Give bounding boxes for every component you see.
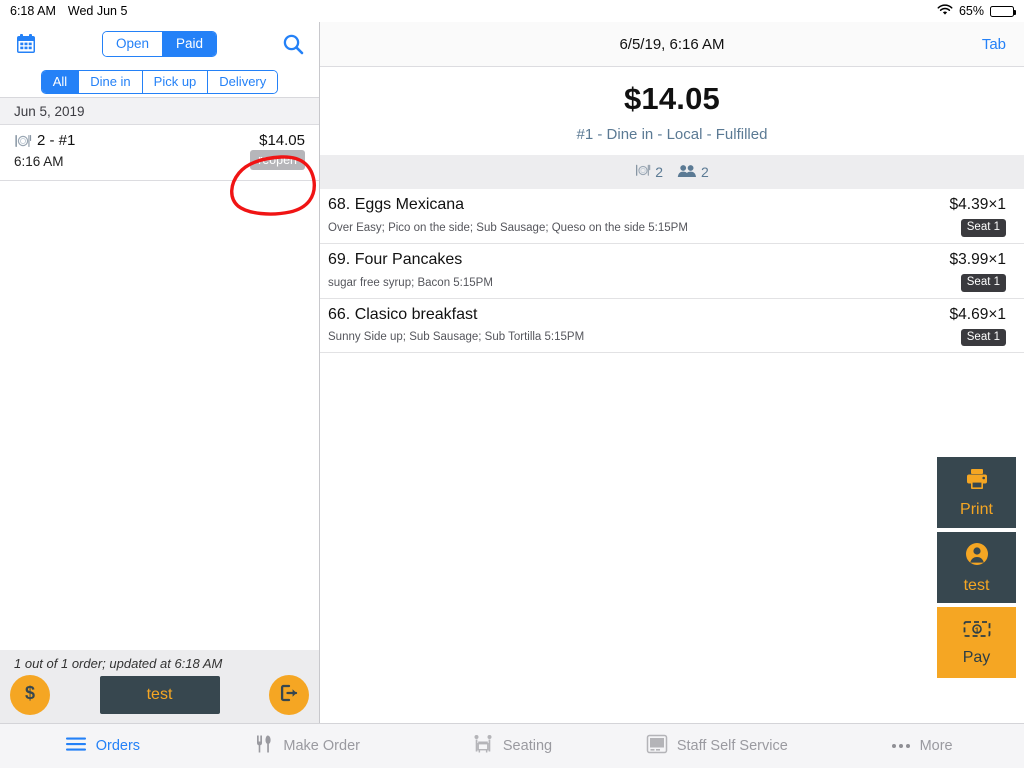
- nav-label-staff-self-service: Staff Self Service: [676, 738, 788, 754]
- sidebar-footer: 1 out of 1 order; updated at 6:18 AM $ t…: [0, 650, 319, 723]
- item-price: $4.69×1: [949, 305, 1006, 323]
- filter-dine-in[interactable]: Dine in: [79, 70, 143, 93]
- cash-icon: 1: [963, 619, 991, 644]
- order-type-filters[interactable]: All Dine in Pick up Delivery: [40, 69, 279, 94]
- order-detail-topbar: 6/5/19, 6:16 AM Tab: [320, 22, 1024, 67]
- order-type-filter-bar: All Dine in Pick up Delivery: [0, 66, 319, 98]
- list-icon: [65, 736, 87, 756]
- nav-label-orders: Orders: [95, 738, 141, 754]
- current-user-button[interactable]: test: [99, 676, 220, 714]
- item-name: 69. Four Pancakes: [328, 250, 463, 268]
- search-icon[interactable]: [281, 32, 305, 56]
- status-date: Wed Jun 5: [67, 4, 128, 18]
- table-setting-icon: [14, 133, 32, 149]
- reopen-button[interactable]: reopen: [250, 149, 305, 170]
- monitor-icon: [646, 734, 668, 758]
- status-time: 6:18 AM: [10, 4, 56, 18]
- nav-label-more: More: [919, 738, 953, 754]
- tab-button[interactable]: Tab: [982, 36, 1006, 53]
- svg-text:$: $: [25, 683, 35, 703]
- table-count-value: 2: [655, 164, 663, 180]
- logout-button[interactable]: [269, 675, 309, 715]
- item-modifiers: Sunny Side up; Sub Sausage; Sub Tortilla…: [328, 331, 585, 344]
- seating-icon: [472, 734, 494, 758]
- item-price: $3.99×1: [949, 250, 1006, 268]
- print-button[interactable]: Print: [937, 457, 1016, 528]
- item-modifiers: Over Easy; Pico on the side; Sub Sausage…: [328, 221, 688, 234]
- seat-badge: Seat 1: [960, 273, 1006, 292]
- pos-app-window: 6:18 AM Wed Jun 5 65% Open Paid All Dine…: [0, 0, 1024, 768]
- filter-delivery[interactable]: Delivery: [208, 70, 278, 93]
- seat-badge: Seat 1: [960, 219, 1006, 237]
- ellipsis-icon: [891, 738, 911, 754]
- order-item-row[interactable]: 68. Eggs Mexicana $4.39×1 Over Easy; Pic…: [320, 189, 1024, 244]
- order-item-row[interactable]: 69. Four Pancakes $3.99×1 sugar free syr…: [320, 244, 1024, 299]
- order-subtitle[interactable]: #1 - Dine in - Local - Fulfilled: [320, 126, 1024, 143]
- order-list: 2 - #1 $14.05 6:16 AM reopen: [0, 125, 319, 650]
- pay-button-label: Pay: [962, 648, 991, 666]
- nav-item-seating[interactable]: Seating: [410, 734, 615, 758]
- person-icon: [964, 541, 990, 572]
- nav-item-orders[interactable]: Orders: [0, 736, 205, 756]
- order-item-title: 2 - #1: [37, 132, 76, 149]
- order-items-list: 68. Eggs Mexicana $4.39×1 Over Easy; Pic…: [320, 189, 1024, 723]
- order-action-buttons: Print test 1 Pay: [937, 457, 1016, 678]
- table-count: 2: [635, 163, 663, 181]
- user-button[interactable]: test: [937, 532, 1016, 603]
- printer-icon: [964, 467, 990, 496]
- wifi-icon: [937, 3, 953, 19]
- orders-sidebar: Open Paid All Dine in Pick up Delivery J…: [0, 22, 320, 723]
- print-button-label: Print: [960, 500, 993, 518]
- nav-item-more[interactable]: More: [819, 738, 1024, 754]
- calendar-icon[interactable]: [14, 32, 38, 56]
- pay-button[interactable]: 1 Pay: [937, 607, 1016, 678]
- seat-badge: Seat 1: [960, 328, 1006, 347]
- logout-icon: [278, 682, 300, 709]
- order-list-item[interactable]: 2 - #1 $14.05 6:16 AM reopen: [0, 125, 319, 181]
- order-detail-panel: 6/5/19, 6:16 AM Tab $14.05 #1 - Dine in …: [320, 22, 1024, 723]
- user-button-label: test: [963, 576, 990, 594]
- order-counts-bar: 2 2: [320, 155, 1024, 189]
- nav-label-seating: Seating: [502, 738, 553, 754]
- order-date-header: Jun 5, 2019: [0, 98, 319, 125]
- filter-pick-up[interactable]: Pick up: [142, 70, 209, 93]
- guest-count: 2: [677, 164, 709, 181]
- ios-status-bar: 6:18 AM Wed Jun 5 65%: [0, 0, 1024, 22]
- people-icon: [677, 164, 697, 181]
- nav-item-make-order[interactable]: Make Order: [205, 734, 410, 758]
- sidebar-toolbar: Open Paid: [0, 22, 319, 66]
- guest-count-value: 2: [701, 164, 709, 180]
- nav-item-staff-self-service[interactable]: Staff Self Service: [614, 734, 819, 758]
- cutlery-icon: [254, 734, 274, 758]
- nav-label-make-order: Make Order: [283, 738, 360, 754]
- bottom-navigation-bar: Orders Make Order Seating Staff Self Ser…: [0, 723, 1024, 768]
- order-total: $14.05: [623, 81, 721, 116]
- filter-all[interactable]: All: [41, 70, 80, 93]
- table-setting-icon: [635, 163, 651, 181]
- segment-open[interactable]: Open: [102, 32, 163, 56]
- item-name: 66. Clasico breakfast: [328, 305, 478, 323]
- item-name: 68. Eggs Mexicana: [328, 196, 465, 213]
- order-count-status: 1 out of 1 order; updated at 6:18 AM: [14, 656, 223, 671]
- order-datetime: 6/5/19, 6:16 AM: [619, 35, 725, 53]
- order-item-amount: $14.05: [259, 132, 305, 149]
- order-status-segmented-control[interactable]: Open Paid: [101, 31, 218, 57]
- order-summary: $14.05 #1 - Dine in - Local - Fulfilled: [320, 67, 1024, 155]
- order-item-row[interactable]: 66. Clasico breakfast $4.69×1 Sunny Side…: [320, 299, 1024, 354]
- item-price: $4.39×1: [949, 196, 1006, 213]
- dollar-icon: $: [19, 682, 41, 709]
- cash-drawer-button[interactable]: $: [10, 675, 50, 715]
- item-modifiers: sugar free syrup; Bacon 5:15PM: [328, 276, 493, 289]
- segment-paid[interactable]: Paid: [163, 32, 217, 56]
- svg-text:1: 1: [974, 625, 978, 634]
- battery-percent: 65%: [958, 4, 984, 18]
- battery-icon: [990, 5, 1016, 17]
